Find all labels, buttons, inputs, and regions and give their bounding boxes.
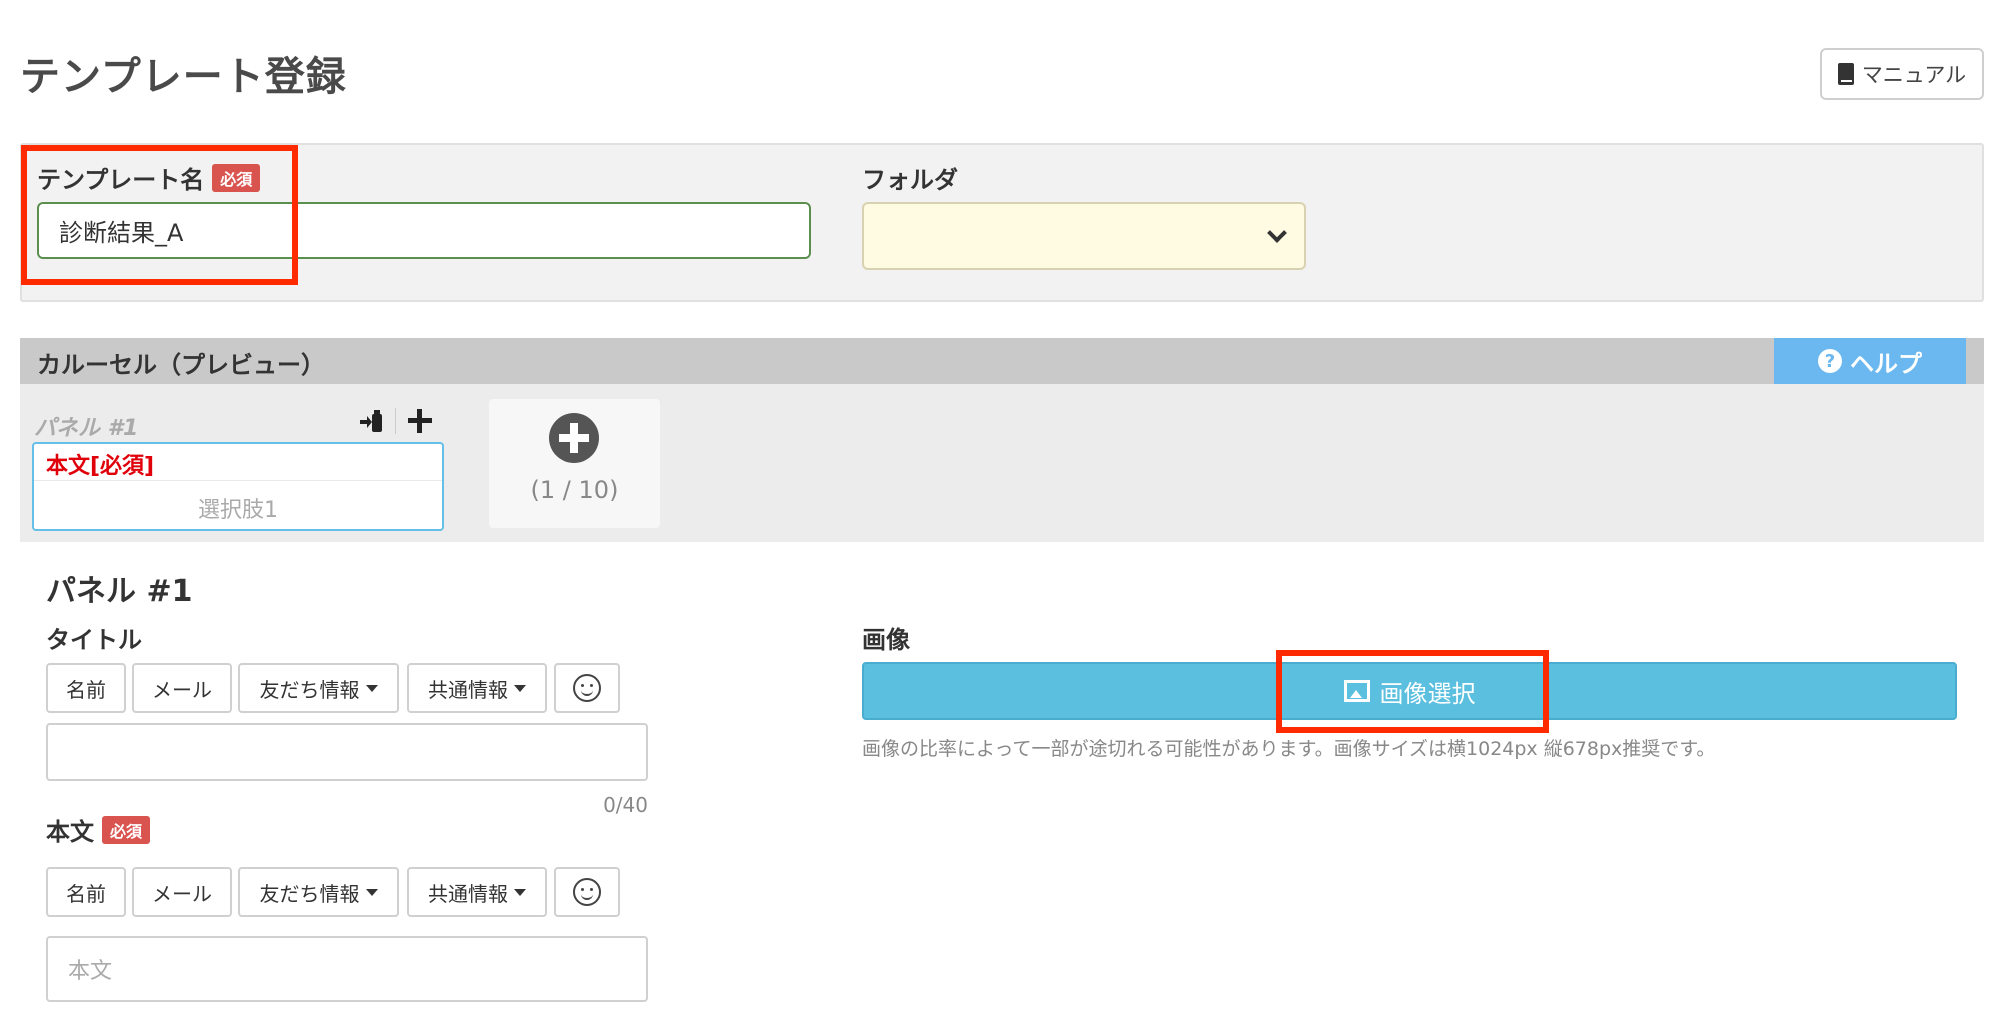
image-label: 画像 [862,626,910,654]
common-info-dropdown[interactable]: 共通情報 [407,867,547,917]
highlight-box-image-button [1276,650,1549,733]
insert-email-label: メール [152,881,212,906]
folder-select[interactable] [862,202,1306,270]
panel-card-title: 本文[必須] [46,454,155,479]
insert-email-button[interactable]: メール [132,663,232,713]
insert-email-button[interactable]: メール [132,867,232,917]
panel-card-divider [34,480,442,481]
folder-label: フォルダ [862,166,958,194]
title-char-counter: 0/40 [603,793,648,817]
book-icon [1837,63,1854,85]
friend-info-dropdown[interactable]: 友だち情報 [238,867,399,917]
add-panel-icon[interactable] [407,408,433,434]
caret-down-icon [514,888,526,896]
help-button[interactable]: ? ヘルプ [1774,338,1966,384]
smile-icon [573,878,601,906]
question-icon: ? [1818,349,1842,373]
manual-button-label: マニュアル [1861,63,1967,87]
common-info-label: 共通情報 [428,881,508,906]
caret-down-icon [514,684,526,692]
page-title: テンプレート登録 [20,54,347,100]
required-badge: 必須 [102,815,151,844]
plus-circle-icon [549,413,599,463]
title-label: タイトル [46,626,142,654]
caret-down-icon [365,684,378,692]
common-info-dropdown[interactable]: 共通情報 [407,663,547,713]
title-input[interactable] [46,723,648,781]
highlight-box-template-name [21,145,298,285]
manual-button[interactable]: マニュアル [1820,48,1984,100]
panel-editor-title: パネル #1 [46,574,193,609]
friend-info-label: 友だち情報 [259,677,360,702]
copy-panel-icon[interactable] [358,408,384,434]
insert-name-button[interactable]: 名前 [46,663,126,713]
image-note: 画像の比率によって一部が途切れる可能性があります。画像サイズは横1024px 縦… [862,738,1716,760]
insert-name-label: 名前 [66,677,106,702]
body-input[interactable]: 本文 [46,936,648,1002]
panel-count: (1 / 10) [530,476,619,504]
carousel-title: カルーセル（プレビュー） [37,351,325,379]
insert-email-label: メール [152,677,212,702]
smile-icon [573,674,601,702]
panel-tab-label: パネル #1 [34,416,139,441]
friend-info-dropdown[interactable]: 友だち情報 [238,663,399,713]
help-button-label: ヘルプ [1850,349,1922,378]
emoji-button[interactable] [554,663,620,713]
friend-info-label: 友だち情報 [259,881,360,906]
panel-card-choice: 選択肢1 [198,498,278,523]
common-info-label: 共通情報 [428,677,508,702]
insert-name-label: 名前 [66,881,106,906]
body-label: 本文 必須 [46,812,151,847]
body-label-text: 本文 [46,818,94,846]
insert-name-button[interactable]: 名前 [46,867,126,917]
caret-down-icon [365,888,378,896]
emoji-button[interactable] [554,867,620,917]
toolbar-divider [395,408,396,434]
chevron-down-icon [1267,223,1287,243]
